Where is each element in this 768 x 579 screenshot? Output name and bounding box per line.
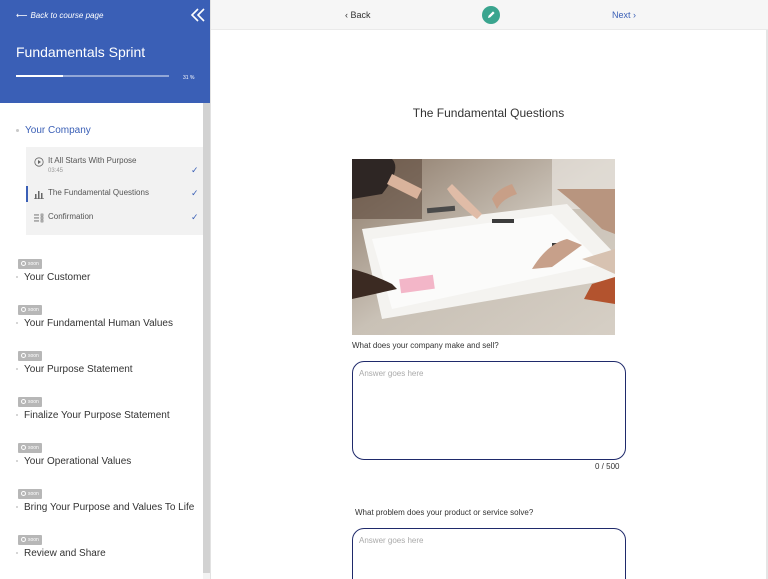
lesson-title: The Fundamental Questions bbox=[412, 106, 565, 120]
soon-label: soon bbox=[28, 353, 39, 359]
course-progress-bar bbox=[16, 75, 169, 77]
soon-badge: soon bbox=[18, 351, 42, 361]
checklist-icon bbox=[34, 213, 44, 223]
lesson-item-confirmation[interactable]: Confirmation ✓ bbox=[26, 208, 203, 230]
module-title: Your Operational Values bbox=[16, 456, 131, 467]
bar-chart-icon bbox=[34, 191, 44, 199]
soon-badge: soon bbox=[18, 259, 42, 269]
clock-icon bbox=[21, 537, 26, 542]
soon-label: soon bbox=[28, 537, 39, 543]
module-title: Finalize Your Purpose Statement bbox=[16, 410, 170, 421]
clock-icon bbox=[21, 445, 26, 450]
module-title: Review and Share bbox=[16, 548, 106, 559]
bullet-icon bbox=[16, 460, 18, 463]
course-progress-percent: 31 % bbox=[183, 75, 195, 81]
bullet-icon bbox=[16, 506, 18, 509]
module-title: Your Customer bbox=[16, 272, 90, 283]
back-to-course-label: Back to course page bbox=[30, 11, 104, 20]
module-title: Bring Your Purpose and Values To Life bbox=[16, 502, 194, 513]
team-planning-photo bbox=[352, 159, 615, 335]
checkmark-icon: ✓ bbox=[191, 188, 199, 198]
soon-badge: soon bbox=[18, 489, 42, 499]
edit-button[interactable] bbox=[482, 6, 500, 24]
lesson-item-purpose[interactable]: It All Starts With Purpose 03:45 ✓ bbox=[26, 152, 203, 182]
soon-badge: soon bbox=[18, 443, 42, 453]
clock-icon bbox=[21, 353, 26, 358]
active-lesson-indicator bbox=[26, 186, 28, 202]
checkmark-icon: ✓ bbox=[191, 212, 199, 222]
answer-field-2[interactable] bbox=[352, 528, 626, 579]
soon-badge: soon bbox=[18, 535, 42, 545]
back-button-label: Back bbox=[350, 10, 371, 20]
soon-label: soon bbox=[28, 307, 39, 313]
checkmark-icon: ✓ bbox=[191, 165, 199, 175]
double-chevron-left-icon[interactable] bbox=[190, 7, 206, 23]
bullet-icon bbox=[16, 414, 18, 417]
module-title-text: Finalize Your Purpose Statement bbox=[24, 410, 170, 421]
lesson-duration: 03:45 bbox=[48, 168, 64, 174]
sidebar-header: ⟵ Back to course page Fundamentals Sprint… bbox=[0, 0, 210, 103]
module-title-text: Bring Your Purpose and Values To Life bbox=[24, 502, 195, 513]
module-title: Your Company bbox=[25, 125, 91, 136]
course-title: Fundamentals Sprint bbox=[16, 44, 146, 60]
lesson-photo bbox=[352, 159, 615, 335]
clock-icon bbox=[21, 261, 26, 266]
soon-label: soon bbox=[28, 445, 39, 451]
bullet-icon bbox=[16, 128, 19, 132]
soon-badge: soon bbox=[18, 305, 42, 315]
next-button-label: Next bbox=[612, 10, 631, 20]
bullet-icon bbox=[16, 276, 18, 279]
module-title-text: Your Customer bbox=[24, 272, 91, 283]
soon-badge: soon bbox=[18, 397, 42, 407]
sidebar-scrollbar[interactable] bbox=[203, 103, 210, 579]
lesson-label: The Fundamental Questions bbox=[48, 188, 149, 197]
answer-field-1[interactable] bbox=[352, 361, 626, 460]
lesson-item-fundamental-questions[interactable]: The Fundamental Questions ✓ bbox=[26, 184, 203, 206]
module-title-text: Your Purpose Statement bbox=[24, 364, 133, 375]
arrow-left-icon: ⟵ bbox=[16, 11, 28, 20]
sidebar: ⟵ Back to course page Fundamentals Sprint… bbox=[0, 0, 211, 579]
soon-label: soon bbox=[28, 261, 39, 267]
bullet-icon bbox=[16, 368, 18, 371]
lesson-label: It All Starts With Purpose bbox=[48, 156, 137, 165]
clock-icon bbox=[21, 491, 26, 496]
lesson-topbar: ‹ Back Next › bbox=[211, 0, 768, 30]
answer-textarea-1[interactable] bbox=[353, 362, 625, 459]
sidebar-scrollbar-thumb[interactable] bbox=[203, 103, 210, 573]
play-circle-icon bbox=[34, 157, 44, 167]
back-to-course-link[interactable]: ⟵ Back to course page bbox=[16, 11, 103, 20]
module-title-text: Your Fundamental Human Values bbox=[24, 318, 173, 329]
bullet-icon bbox=[16, 322, 18, 325]
next-button[interactable]: Next › bbox=[612, 10, 636, 20]
character-counter: 0 / 500 bbox=[595, 462, 620, 471]
module-title-text: Your Operational Values bbox=[24, 456, 132, 467]
clock-icon bbox=[21, 307, 26, 312]
lesson-label: Confirmation bbox=[48, 212, 94, 221]
chevron-right-icon: › bbox=[630, 10, 637, 20]
lesson-list: It All Starts With Purpose 03:45 ✓ The F… bbox=[26, 147, 203, 235]
pencil-icon bbox=[488, 11, 495, 18]
soon-label: soon bbox=[28, 491, 39, 497]
answer-textarea-2[interactable] bbox=[353, 529, 625, 579]
course-progress-fill bbox=[16, 75, 64, 77]
clock-icon bbox=[21, 399, 26, 404]
module-title-text: Review and Share bbox=[24, 548, 106, 559]
bullet-icon bbox=[16, 552, 18, 555]
module-title: Your Fundamental Human Values bbox=[16, 318, 173, 329]
app-root: ⟵ Back to course page Fundamentals Sprint… bbox=[0, 0, 768, 579]
soon-label: soon bbox=[28, 399, 39, 405]
question-label: What does your company make and sell? bbox=[352, 341, 499, 350]
module-your-company[interactable]: Your Company bbox=[16, 125, 91, 136]
back-button[interactable]: ‹ Back bbox=[345, 10, 371, 20]
module-title: Your Purpose Statement bbox=[16, 364, 133, 375]
question-label: What problem does your product or servic… bbox=[355, 508, 534, 517]
